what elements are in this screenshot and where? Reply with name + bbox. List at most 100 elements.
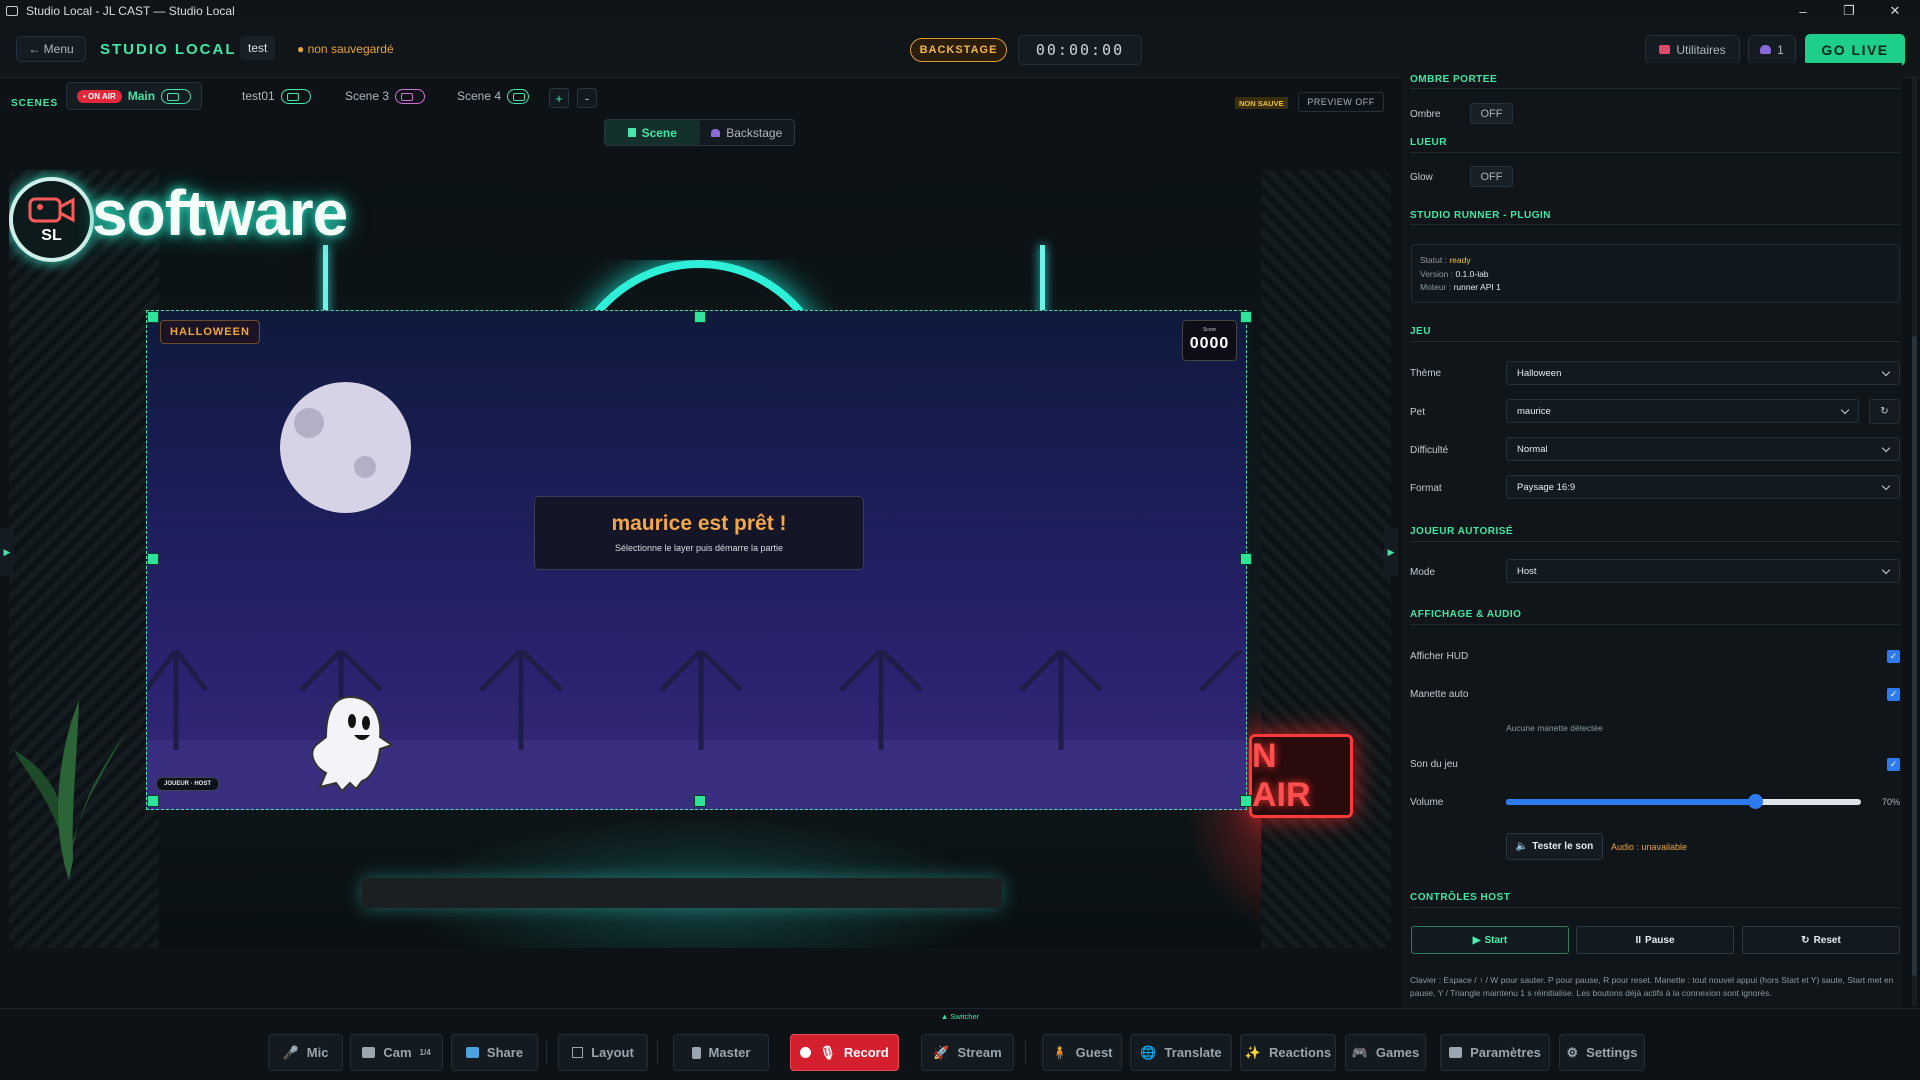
scene-tab-scene3[interactable]: Scene 3: [335, 82, 435, 110]
add-scene-button[interactable]: +: [549, 88, 569, 108]
start-button[interactable]: ▶ Start: [1411, 926, 1569, 954]
camera-toggle-icon[interactable]: [507, 88, 530, 104]
parametres-button[interactable]: Paramètres: [1440, 1034, 1550, 1071]
format-label: Format: [1410, 483, 1442, 494]
expand-left-arrow-icon[interactable]: ▶: [0, 528, 14, 576]
section-title-runner: STUDIO RUNNER - PLUGIN: [1410, 210, 1551, 221]
resize-handle[interactable]: [147, 311, 159, 323]
mic-button[interactable]: 🎤 Mic: [268, 1034, 343, 1071]
glow-toggle[interactable]: OFF: [1470, 166, 1513, 187]
remove-scene-button[interactable]: -: [577, 88, 597, 108]
globe-icon: 🌐: [1140, 1044, 1157, 1060]
sound-checkbox[interactable]: ✓: [1887, 758, 1900, 771]
view-tab-label: Backstage: [726, 125, 783, 140]
non-save-badge: NON SAUVE: [1235, 97, 1288, 109]
cam-button[interactable]: Cam 1/4: [350, 1034, 443, 1071]
camera-toggle-icon[interactable]: [161, 88, 192, 104]
expand-right-arrow-icon[interactable]: ▶: [1384, 528, 1398, 576]
reactions-label: Reactions: [1269, 1045, 1332, 1060]
reactions-button[interactable]: ✨ Reactions: [1240, 1034, 1336, 1071]
menu-button[interactable]: ← Menu: [16, 36, 86, 62]
menu-label: ← Menu: [28, 42, 74, 56]
gamepad-status: Aucune manette détectée: [1506, 723, 1603, 733]
scene-tab-main[interactable]: • ON AIR Main: [66, 82, 203, 110]
volume-knob[interactable]: [1747, 794, 1763, 809]
utilities-button[interactable]: Utilitaires: [1645, 35, 1740, 64]
hud-checkbox[interactable]: ✓: [1887, 650, 1900, 663]
share-button[interactable]: Share: [451, 1034, 538, 1071]
resize-handle[interactable]: [694, 311, 706, 323]
camera-toggle-icon[interactable]: [395, 88, 426, 104]
scrollbar-thumb[interactable]: [1912, 336, 1917, 976]
resize-handle[interactable]: [1240, 795, 1252, 807]
pause-button[interactable]: II Pause: [1576, 926, 1734, 954]
camera-logo-icon: SL: [9, 177, 94, 262]
guest-label: Guest: [1075, 1045, 1113, 1060]
panel-scrollbar[interactable]: [1912, 76, 1917, 1006]
volume-label: Volume: [1410, 797, 1444, 808]
settings-label: Settings: [1586, 1045, 1638, 1060]
pet-select[interactable]: maurice: [1506, 399, 1859, 423]
preview-toggle-button[interactable]: PREVIEW OFF: [1298, 92, 1384, 112]
stream-button[interactable]: 🚀 Stream: [921, 1034, 1014, 1071]
master-button[interactable]: Master: [673, 1034, 769, 1071]
shadow-label: Ombre: [1410, 109, 1441, 120]
scene-name: Main: [127, 89, 156, 103]
format-select[interactable]: Paysage 16:9: [1506, 475, 1900, 499]
version-value: 0.1.0-lab: [1455, 268, 1489, 279]
record-button[interactable]: 🎙 Record: [790, 1034, 899, 1071]
layout-icon: [572, 1047, 584, 1058]
theme-label: Thème: [1410, 368, 1442, 379]
resize-handle[interactable]: [1240, 311, 1252, 323]
volume-value: 70%: [1882, 797, 1901, 807]
project-name[interactable]: test: [240, 36, 276, 60]
resize-handle[interactable]: [694, 795, 706, 807]
settings-button[interactable]: ⚙ Settings: [1559, 1034, 1645, 1071]
speaker-icon: 🔈: [1515, 841, 1529, 852]
mode-select[interactable]: Host: [1506, 559, 1900, 583]
test-sound-button[interactable]: 🔈 Tester le son: [1506, 833, 1603, 860]
theme-select[interactable]: Halloween: [1506, 361, 1900, 385]
section-title-player: JOUEUR AUTORISÉ: [1410, 526, 1514, 537]
layer-selection-outline: [146, 310, 1247, 810]
guests-button[interactable]: 1: [1748, 35, 1796, 64]
mic-label: Mic: [306, 1045, 329, 1060]
camera-toggle-icon[interactable]: [280, 88, 311, 104]
resize-handle[interactable]: [1240, 553, 1252, 565]
difficulty-select[interactable]: Normal: [1506, 437, 1900, 461]
divider: [1410, 341, 1900, 342]
scene-name: Scene 4: [457, 89, 502, 103]
scene-tab-test01[interactable]: test01: [232, 82, 321, 110]
guest-button[interactable]: 🧍 Guest: [1042, 1034, 1122, 1071]
play-icon: ▶: [1472, 934, 1481, 946]
gamepad-checkbox[interactable]: ✓: [1887, 688, 1900, 701]
switcher-toggle[interactable]: ▲ Switcher: [0, 1008, 1920, 1023]
reset-button[interactable]: ↻ Reset: [1742, 926, 1900, 954]
view-toggle: Scene Backstage: [604, 119, 795, 146]
view-tab-scene[interactable]: Scene: [605, 120, 700, 145]
minimize-button[interactable]: –: [1780, 0, 1826, 22]
pet-label: Pet: [1410, 407, 1426, 418]
go-live-button[interactable]: GO LIVE: [1805, 34, 1905, 66]
maximize-button[interactable]: ❐: [1826, 0, 1872, 22]
translate-label: Translate: [1164, 1045, 1222, 1060]
games-button[interactable]: 🎮 Games: [1345, 1034, 1426, 1071]
view-tab-backstage[interactable]: Backstage: [700, 120, 795, 145]
volume-slider[interactable]: [1506, 794, 1861, 809]
close-window-button[interactable]: ✕: [1872, 0, 1918, 22]
section-title-host: CONTRÔLES HOST: [1410, 892, 1511, 903]
shadow-toggle[interactable]: OFF: [1470, 103, 1513, 124]
translate-button[interactable]: 🌐 Translate: [1130, 1034, 1232, 1071]
layout-label: Layout: [591, 1045, 634, 1060]
status-label: Statut :: [1420, 255, 1447, 265]
stream-label: Stream: [957, 1045, 1002, 1060]
resize-handle[interactable]: [147, 795, 159, 807]
scene-tab-scene4[interactable]: Scene 4: [447, 82, 539, 110]
sparkle-icon: ✨: [1244, 1044, 1262, 1060]
scenes-label: SCENES: [11, 98, 59, 109]
app-icon: [6, 6, 18, 16]
refresh-pet-button[interactable]: ↻: [1869, 399, 1900, 424]
unsaved-status: ● non sauvegardé: [297, 42, 394, 56]
layout-button[interactable]: Layout: [558, 1034, 648, 1071]
resize-handle[interactable]: [147, 553, 159, 565]
